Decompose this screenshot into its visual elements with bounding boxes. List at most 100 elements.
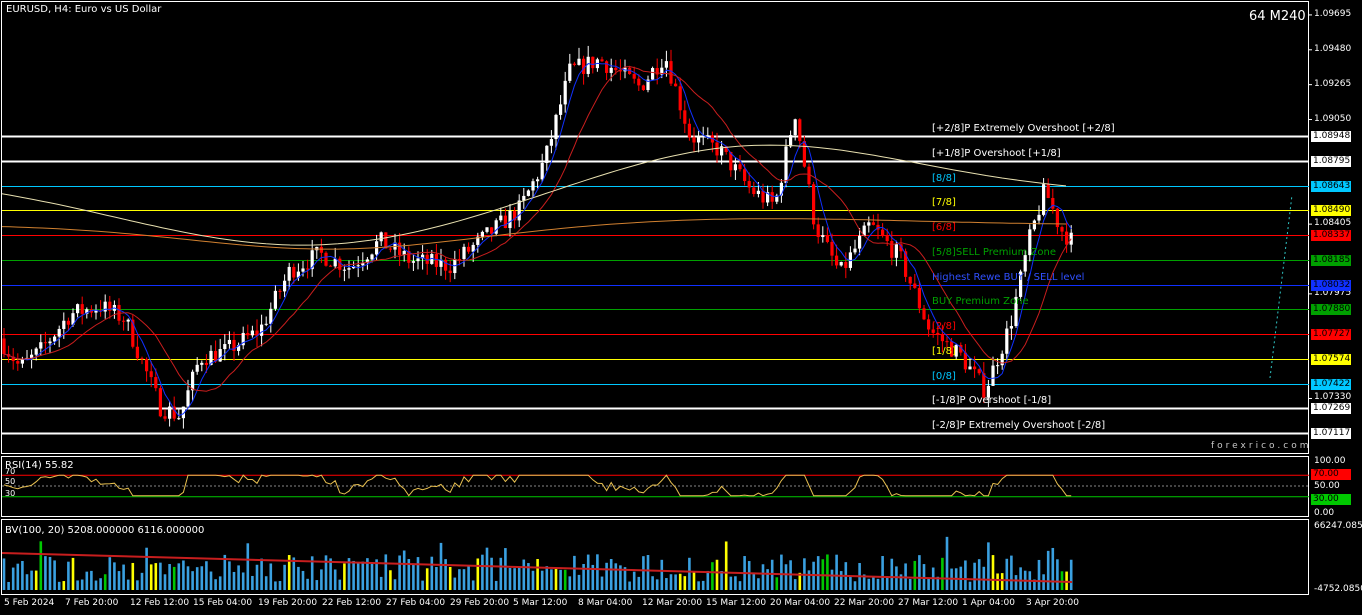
rsi-overbought-tag: 70.00 xyxy=(1311,469,1351,480)
candle-body xyxy=(1005,328,1009,354)
bv-bar xyxy=(48,556,52,590)
candle-body xyxy=(434,254,438,267)
candle-body xyxy=(1032,220,1036,230)
bv-bar xyxy=(973,562,976,590)
bv-bar xyxy=(918,555,921,590)
bv-bar xyxy=(517,566,521,590)
bv-bar xyxy=(724,541,728,590)
bv-bar xyxy=(513,568,516,590)
bv-bar xyxy=(113,562,116,590)
bv-bar xyxy=(462,569,466,590)
candle-body xyxy=(664,61,668,68)
bv-bar xyxy=(379,576,383,590)
bv-bar xyxy=(522,559,526,590)
level-label: [+1/8]P Overshoot [+1/8] xyxy=(932,147,1061,159)
candle-body xyxy=(632,74,636,79)
candle-body xyxy=(370,254,374,260)
bv-bar xyxy=(826,554,829,590)
bv-bar xyxy=(232,571,236,590)
candle-body xyxy=(20,359,24,364)
candle-body xyxy=(1042,184,1046,215)
bv-bar xyxy=(559,569,562,590)
bv-bar xyxy=(283,564,286,590)
candle-body xyxy=(177,418,181,420)
bv-bar xyxy=(550,569,553,590)
candle-body xyxy=(572,63,576,65)
bv-bar xyxy=(706,570,710,590)
candle-body xyxy=(540,163,544,180)
date-axis-label: 5 Mar 12:00 xyxy=(513,598,568,608)
bv-bar xyxy=(563,569,567,590)
bv-bar xyxy=(398,555,401,590)
bv-bar xyxy=(890,558,894,590)
bv-bar xyxy=(186,566,190,590)
candle-body xyxy=(48,341,52,344)
candle-body xyxy=(200,362,204,365)
candle-body xyxy=(163,416,167,419)
candle-body xyxy=(881,229,885,236)
bv-axis-bottom: -4752.0850 xyxy=(1314,584,1362,594)
candle-body xyxy=(227,339,231,345)
candle-body xyxy=(462,246,466,259)
candle-body xyxy=(761,190,765,203)
bv-bar xyxy=(490,557,493,590)
level-label: [+2/8]P Extremely Overshoot [+2/8] xyxy=(932,122,1115,134)
bv-bar xyxy=(306,578,309,590)
candle-body xyxy=(278,290,282,292)
bv-bar xyxy=(16,563,20,590)
level-price-tag: 1.08032 xyxy=(1311,279,1351,291)
candle-body xyxy=(867,222,871,226)
date-axis-label: 3 Apr 20:00 xyxy=(1026,598,1079,608)
date-axis-label: 15 Mar 12:00 xyxy=(706,598,767,608)
bv-bar xyxy=(605,562,608,590)
ma-mid-line xyxy=(3,65,1072,392)
level-price-tag: 1.08643 xyxy=(1311,180,1351,192)
chart-canvas[interactable] xyxy=(0,0,1362,615)
candle-body xyxy=(614,67,618,71)
candle-body xyxy=(844,262,848,268)
bv-bar xyxy=(269,563,273,590)
candle-body xyxy=(250,330,254,336)
candle-body xyxy=(913,283,917,288)
bv-bar xyxy=(508,568,512,590)
rsi-level-70: 70 xyxy=(5,467,16,476)
bv-bar xyxy=(241,572,245,590)
bv-bar xyxy=(324,555,328,590)
bv-bar xyxy=(665,578,668,590)
bv-bar xyxy=(246,543,250,590)
date-axis-label: 27 Mar 12:00 xyxy=(898,598,959,608)
bv-bar xyxy=(471,580,475,590)
bv-bar xyxy=(163,574,167,590)
candle-body xyxy=(57,328,61,337)
candle-body xyxy=(968,366,972,370)
level-label: [-2/8]P Extremely Overshoot [-2/8] xyxy=(932,419,1106,431)
level-label: [7/8] xyxy=(932,196,956,208)
bv-bar xyxy=(996,573,999,590)
candle-body xyxy=(53,336,57,342)
candle-body xyxy=(549,139,553,146)
candle-body xyxy=(651,68,655,80)
bv-bar xyxy=(393,579,397,590)
bv-bar xyxy=(876,578,880,590)
bv-bar xyxy=(154,563,158,590)
level-label: [1/8] xyxy=(932,345,956,357)
bv-bar xyxy=(494,580,498,590)
bv-bar xyxy=(76,580,79,590)
bv-bar xyxy=(2,558,6,590)
bv-bar xyxy=(1046,550,1050,590)
candle-body xyxy=(798,119,802,142)
bv-bar xyxy=(338,579,342,590)
bv-bar xyxy=(688,557,691,590)
candle-body xyxy=(356,265,360,267)
candle-body xyxy=(140,358,144,360)
bv-bar xyxy=(122,564,125,590)
bv-bar xyxy=(458,569,461,590)
candle-body xyxy=(283,280,287,292)
bv-bar xyxy=(145,547,148,590)
bv-bar xyxy=(485,547,489,590)
date-axis-label: 20 Mar 04:00 xyxy=(770,598,831,608)
bv-bar xyxy=(39,541,43,590)
bv-bar xyxy=(67,561,70,590)
rsi-oversold-tag: 30.00 xyxy=(1311,494,1351,505)
date-axis-label: 22 Mar 20:00 xyxy=(834,598,895,608)
